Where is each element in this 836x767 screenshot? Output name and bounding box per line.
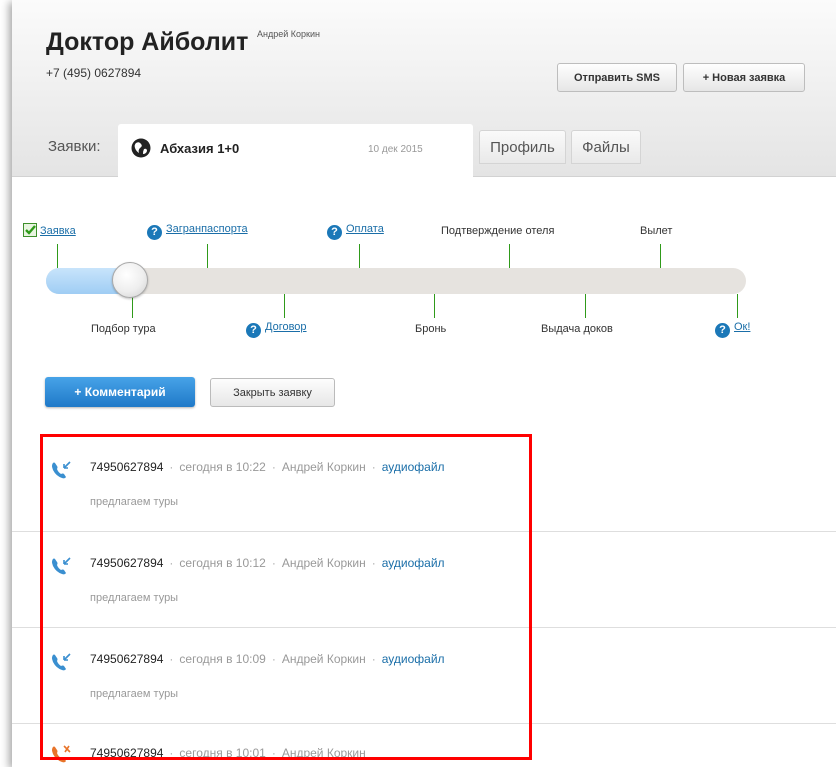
checkbox-checked-icon (23, 223, 37, 237)
tab-profile[interactable]: Профиль (479, 130, 566, 164)
divider (12, 627, 836, 628)
stage-passports[interactable]: ? Загранпаспорта (147, 223, 248, 240)
tab-request-active[interactable]: Абхазия 1+0 10 дек 2015 (118, 124, 473, 177)
tab-files[interactable]: Файлы (571, 130, 641, 164)
call-user: Андрей Коркин (281, 556, 366, 570)
stage-tick (660, 244, 661, 268)
missed-call-icon (52, 745, 71, 763)
stage-tick (57, 244, 58, 268)
call-user: Андрей Коркин (281, 652, 366, 666)
tab-request-date: 10 дек 2015 (368, 144, 423, 155)
incoming-call-icon (52, 557, 71, 575)
stage-payment[interactable]: ? Оплата (327, 223, 384, 240)
stage-documents: Выдача доков (541, 323, 613, 335)
incoming-call-icon (52, 461, 71, 479)
question-icon: ? (715, 323, 730, 338)
stage-tick (207, 244, 208, 268)
audio-link[interactable]: аудиофайл (382, 460, 445, 474)
stage-tour-selection: Подбор тура (91, 323, 156, 335)
audio-link[interactable]: аудиофайл (382, 652, 445, 666)
call-time: сегодня в 10:22 (179, 460, 266, 474)
call-user: Андрей Коркин (281, 746, 366, 760)
audio-link[interactable]: аудиофайл (382, 556, 445, 570)
call-time: сегодня в 10:01 (179, 746, 266, 760)
call-number: 74950627894 (90, 746, 164, 760)
question-icon: ? (327, 225, 342, 240)
progress-track[interactable] (46, 268, 746, 294)
divider (12, 723, 836, 724)
close-request-button[interactable]: Закрыть заявку (210, 378, 335, 407)
stage-tick (434, 294, 435, 318)
call-user: Андрей Коркин (281, 460, 366, 474)
question-icon: ? (147, 225, 162, 240)
stage-ok[interactable]: ? Ок! (715, 321, 750, 338)
stage-hotel-confirmation: Подтверждение отеля (441, 225, 555, 237)
incoming-call-icon (52, 653, 71, 671)
stage-tick (284, 294, 285, 318)
client-name: Доктор Айболит (46, 28, 249, 56)
call-time: сегодня в 10:12 (179, 556, 266, 570)
client-phone: +7 (495) 0627894 (46, 66, 142, 80)
send-sms-button[interactable]: Отправить SMS (557, 63, 677, 92)
call-comment: предлагаем туры (90, 496, 179, 508)
tab-request-name: Абхазия 1+0 (160, 141, 240, 156)
stage-tick (359, 244, 360, 268)
manager-name: Андрей Коркин (257, 29, 320, 39)
call-number: 74950627894 (90, 652, 164, 666)
stage-tick (585, 294, 586, 318)
client-header: Доктор Айболит Андрей Коркин +7 (495) 06… (12, 0, 836, 177)
stage-contract[interactable]: ? Договор (246, 321, 307, 338)
new-request-button[interactable]: + Новая заявка (683, 63, 805, 92)
call-comment: предлагаем туры (90, 592, 179, 604)
call-time: сегодня в 10:09 (179, 652, 266, 666)
call-comment: предлагаем туры (90, 688, 179, 700)
app-window: Доктор Айболит Андрей Коркин +7 (495) 06… (12, 0, 836, 767)
call-number: 74950627894 (90, 460, 164, 474)
add-comment-button[interactable]: + Комментарий (45, 377, 195, 407)
progress-slider-handle[interactable] (112, 262, 148, 298)
stage-request[interactable]: Заявка (23, 223, 76, 237)
stage-tick (509, 244, 510, 268)
stage-tick (737, 294, 738, 318)
divider (12, 531, 836, 532)
stage-booking: Бронь (415, 323, 447, 335)
call-number: 74950627894 (90, 556, 164, 570)
requests-label: Заявки: (48, 138, 101, 155)
stage-departure: Вылет (640, 225, 673, 237)
globe-icon (131, 138, 151, 158)
question-icon: ? (246, 323, 261, 338)
